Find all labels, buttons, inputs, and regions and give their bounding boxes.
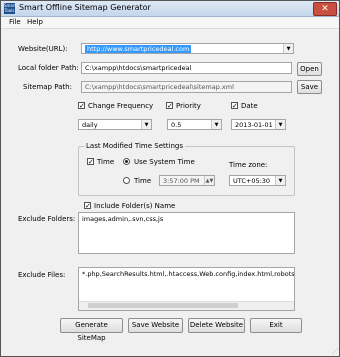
- scrollbar-thumb[interactable]: [88, 303, 238, 308]
- exclude-folders-label: Exclude Folders:: [18, 215, 76, 223]
- time-checkbox[interactable]: ✓: [87, 158, 94, 166]
- date-label: Date: [241, 102, 258, 110]
- save-path-button[interactable]: Save: [297, 80, 322, 94]
- chevron-down-icon[interactable]: ▼: [275, 176, 285, 185]
- last-modified-group-title: Last Modified Time Settings: [84, 142, 185, 150]
- sitemap-path-label: Sitemap Path:: [23, 83, 72, 91]
- time-value: 3:57:00 PM: [163, 177, 200, 185]
- time-radio-label: Time: [134, 177, 152, 185]
- exclude-files-label: Exclude Files:: [18, 271, 66, 279]
- main-window: Smart Tools Smart Offline Sitemap Genera…: [0, 0, 340, 357]
- local-folder-input[interactable]: C:\xampp\htdocs\smartpricedeal: [81, 62, 292, 74]
- exclude-folders-textarea[interactable]: images,admin,.svn,css,js: [78, 212, 295, 254]
- use-system-time-radio[interactable]: [123, 158, 130, 165]
- priority-label: Priority: [176, 102, 201, 110]
- timezone-value: UTC+05:30: [233, 177, 271, 185]
- chevron-down-icon[interactable]: ▼: [283, 44, 293, 53]
- priority-value: 0.5: [171, 121, 182, 129]
- title-bar[interactable]: Smart Tools Smart Offline Sitemap Genera…: [1, 1, 339, 17]
- app-icon: Smart Tools: [4, 3, 17, 14]
- priority-select[interactable]: 0.5 ▼: [167, 119, 222, 130]
- menu-help[interactable]: Help: [27, 18, 43, 26]
- date-picker[interactable]: 2013-01-01 ▼: [231, 119, 286, 130]
- exclude-folders-value: images,admin,.svn,css,js: [82, 215, 164, 223]
- exclude-files-value: *.php,SearchResults.html,.htaccess,Web.c…: [82, 270, 295, 278]
- window-title: Smart Offline Sitemap Generator: [19, 3, 151, 12]
- website-url-value: http://www.smartpricedeal.com: [85, 45, 192, 53]
- resize-grip-icon[interactable]: ⋰: [332, 348, 338, 355]
- save-website-button[interactable]: Save Website: [128, 318, 183, 333]
- delete-website-button[interactable]: Delete Website: [188, 318, 245, 333]
- website-url-label: Website(URL):: [18, 45, 68, 53]
- change-frequency-checkbox[interactable]: ✓: [78, 102, 85, 110]
- time-spinner[interactable]: ▲▼: [204, 176, 214, 185]
- sitemap-path-input[interactable]: C:\xampp\htdocs\smartpricedeal\sitemap.x…: [81, 81, 292, 93]
- include-folder-label: Include Folder(s) Name: [94, 202, 176, 210]
- time-radio[interactable]: [123, 177, 130, 184]
- last-modified-group: Last Modified Time Settings: [78, 142, 295, 196]
- exit-button[interactable]: Exit: [250, 318, 302, 333]
- local-folder-label: Local folder Path:: [18, 64, 79, 72]
- change-frequency-label: Change Frequency: [88, 102, 154, 110]
- menu-file[interactable]: File: [9, 18, 21, 26]
- chevron-down-icon[interactable]: ▼: [275, 120, 285, 129]
- exclude-files-textarea[interactable]: *.php,SearchResults.html,.htaccess,Web.c…: [78, 267, 295, 311]
- timezone-label: Time zone:: [229, 161, 268, 169]
- chevron-down-icon[interactable]: ▼: [211, 120, 221, 129]
- menu-bar: File Help: [1, 17, 339, 29]
- exclude-files-hscrollbar[interactable]: [79, 301, 294, 310]
- time-checkbox-label: Time: [97, 158, 115, 166]
- close-icon: ✕: [321, 4, 329, 14]
- change-frequency-value: daily: [82, 121, 98, 129]
- include-folder-checkbox[interactable]: ✓: [84, 202, 91, 210]
- chevron-down-icon[interactable]: ▼: [141, 120, 151, 129]
- date-value: 2013-01-01: [235, 121, 273, 129]
- close-button[interactable]: ✕: [313, 2, 337, 16]
- time-input[interactable]: 3:57:00 PM ▲▼: [159, 175, 215, 186]
- website-url-combobox[interactable]: http://www.smartpricedeal.com ▼: [81, 43, 294, 54]
- use-system-time-label: Use System Time: [134, 158, 195, 166]
- date-checkbox[interactable]: ✓: [231, 102, 238, 110]
- timezone-select[interactable]: UTC+05:30 ▼: [229, 175, 286, 186]
- open-button[interactable]: Open: [297, 62, 322, 76]
- generate-sitemap-button[interactable]: Generate SiteMap: [60, 318, 123, 342]
- change-frequency-select[interactable]: daily ▼: [78, 119, 152, 130]
- priority-checkbox[interactable]: ✓: [166, 102, 173, 110]
